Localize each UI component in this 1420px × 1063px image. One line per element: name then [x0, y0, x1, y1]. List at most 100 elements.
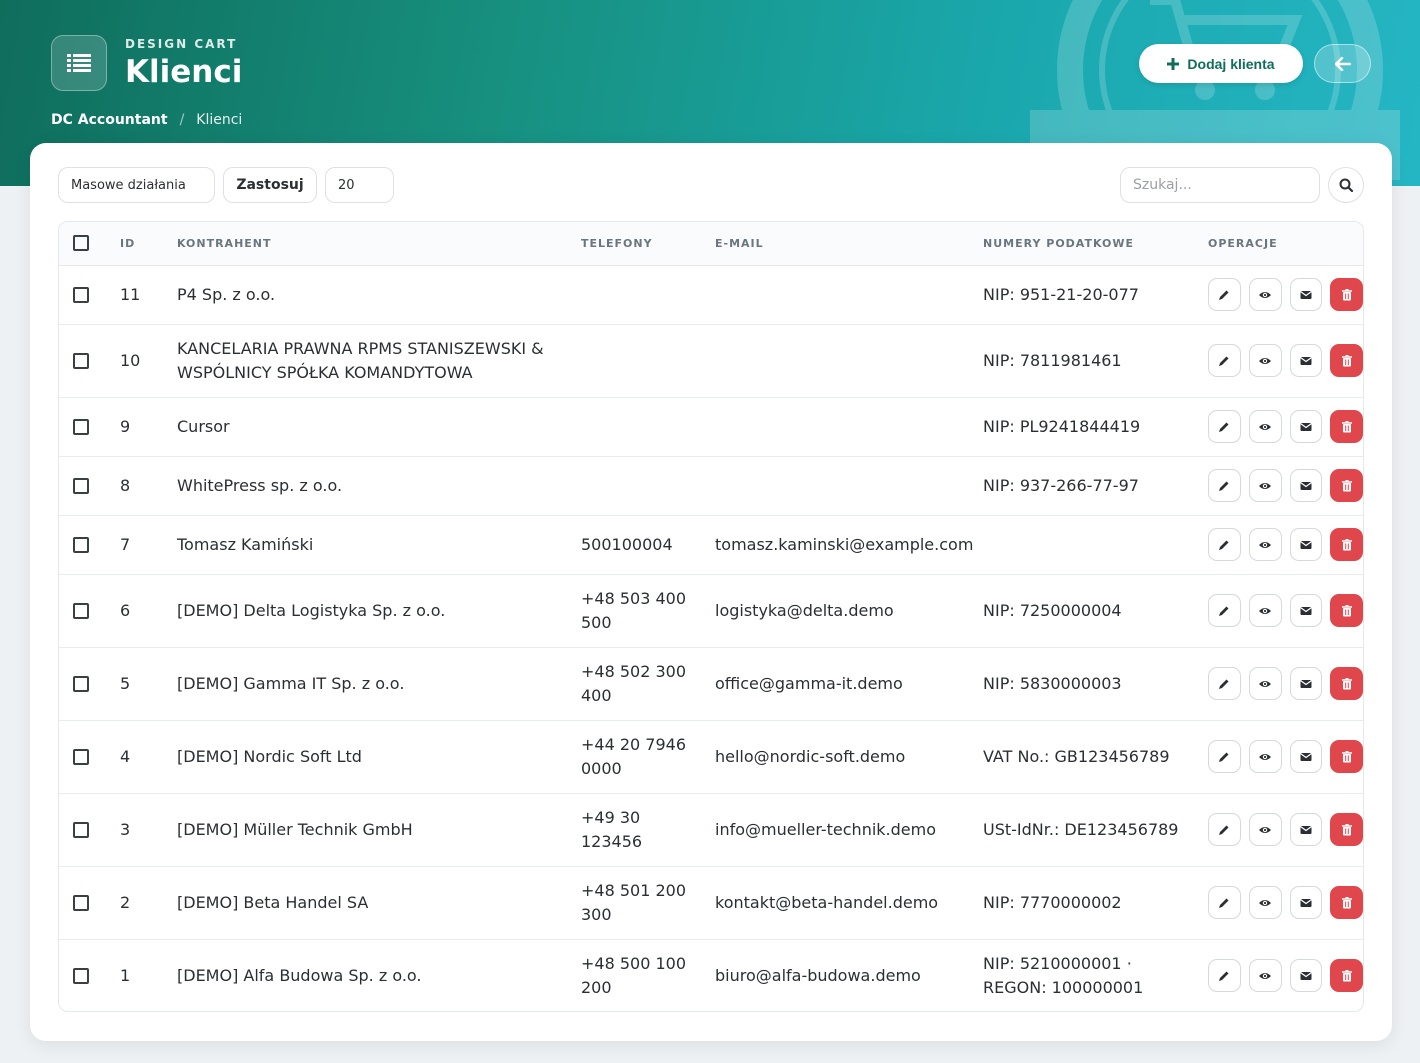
eye-icon — [1259, 680, 1272, 687]
search-input[interactable]: Szukaj... — [1120, 167, 1320, 203]
bulk-actions-select[interactable]: Masowe działania — [58, 167, 215, 203]
delete-button[interactable] — [1330, 594, 1363, 627]
row-operations — [1208, 813, 1363, 846]
column-header-phones: TELEFONY — [570, 222, 704, 266]
row-operations — [1208, 528, 1363, 561]
search-button[interactable] — [1328, 167, 1364, 203]
send-email-button[interactable] — [1289, 813, 1323, 846]
cell-tax-number — [972, 515, 1197, 575]
send-email-button[interactable] — [1289, 278, 1323, 311]
breadcrumb-current: Klienci — [196, 112, 243, 128]
envelope-icon — [1300, 898, 1312, 907]
table-row: 10 KANCELARIA PRAWNA RPMS STANISZEWSKI & … — [59, 324, 1363, 398]
send-email-button[interactable] — [1289, 594, 1323, 627]
cell-phone — [570, 265, 704, 325]
send-email-button[interactable] — [1289, 886, 1323, 919]
edit-button[interactable] — [1208, 740, 1241, 773]
row-checkbox[interactable] — [73, 895, 89, 911]
row-operations — [1208, 959, 1363, 993]
delete-button[interactable] — [1330, 959, 1363, 993]
row-checkbox[interactable] — [73, 478, 89, 494]
send-email-button[interactable] — [1289, 344, 1323, 377]
send-email-button[interactable] — [1289, 667, 1323, 700]
cell-id: 3 — [109, 793, 166, 867]
view-button[interactable] — [1248, 740, 1282, 773]
breadcrumb-root-link[interactable]: DC Accountant — [51, 112, 168, 128]
delete-button[interactable] — [1330, 278, 1363, 311]
delete-button[interactable] — [1330, 528, 1363, 561]
row-checkbox[interactable] — [73, 537, 89, 553]
view-button[interactable] — [1248, 594, 1282, 627]
edit-button[interactable] — [1208, 959, 1241, 993]
cell-phone: +49 30 123456 — [570, 793, 704, 867]
cell-tax-number: NIP: 5210000001 · REGON: 100000001 — [983, 953, 1144, 997]
send-email-button[interactable] — [1289, 528, 1323, 561]
back-button[interactable] — [1314, 44, 1371, 83]
row-checkbox[interactable] — [73, 749, 89, 765]
send-email-button[interactable] — [1289, 740, 1323, 773]
envelope-icon — [1300, 290, 1312, 299]
table-row: 9 Cursor NIP: PL9241844419 — [59, 397, 1363, 457]
edit-button[interactable] — [1208, 594, 1241, 627]
edit-button[interactable] — [1208, 469, 1241, 502]
view-button[interactable] — [1248, 667, 1282, 700]
send-email-button[interactable] — [1289, 469, 1323, 502]
cell-tax-number: USt-IdNr.: DE123456789 — [972, 793, 1197, 867]
cell-id: 10 — [109, 324, 166, 398]
delete-button[interactable] — [1330, 813, 1363, 846]
edit-button[interactable] — [1208, 528, 1241, 561]
delete-button[interactable] — [1330, 410, 1363, 443]
view-button[interactable] — [1248, 344, 1282, 377]
app-eyebrow: DESIGN CART — [125, 37, 238, 51]
edit-button[interactable] — [1208, 278, 1241, 311]
row-checkbox[interactable] — [73, 287, 89, 303]
send-email-button[interactable] — [1289, 959, 1323, 993]
row-checkbox[interactable] — [73, 603, 89, 619]
delete-button[interactable] — [1330, 740, 1363, 773]
view-button[interactable] — [1248, 813, 1282, 846]
add-client-button[interactable]: Dodaj klienta — [1139, 44, 1303, 83]
delete-button[interactable] — [1330, 886, 1363, 919]
cell-email: logistyka@delta.demo — [704, 574, 972, 648]
view-button[interactable] — [1248, 410, 1282, 443]
view-button[interactable] — [1248, 528, 1282, 561]
table-row: 1 [DEMO] Alfa Budowa Sp. z o.o. +48 500 10… — [59, 939, 1363, 1011]
column-header-id[interactable]: ID — [109, 222, 166, 266]
cell-email: hello@nordic-soft.demo — [704, 720, 972, 794]
cell-id: 5 — [109, 647, 166, 721]
column-header-contractor[interactable]: KONTRAHENT — [166, 222, 570, 266]
edit-button[interactable] — [1208, 667, 1241, 700]
envelope-icon — [1300, 606, 1312, 615]
send-email-button[interactable] — [1289, 410, 1323, 443]
view-button[interactable] — [1248, 469, 1282, 502]
delete-button[interactable] — [1330, 344, 1363, 377]
row-checkbox[interactable] — [73, 822, 89, 838]
cell-tax-number: NIP: 7811981461 — [972, 324, 1197, 398]
apply-button[interactable]: Zastosuj — [223, 167, 317, 203]
edit-icon — [1219, 422, 1229, 432]
view-button[interactable] — [1248, 959, 1282, 993]
row-checkbox[interactable] — [73, 676, 89, 692]
cell-email — [704, 456, 972, 516]
per-page-select[interactable]: 20 — [325, 167, 394, 203]
edit-button[interactable] — [1208, 344, 1241, 377]
delete-button[interactable] — [1330, 667, 1363, 700]
envelope-icon — [1300, 752, 1312, 761]
row-checkbox[interactable] — [73, 968, 89, 985]
cell-email: biuro@alfa-budowa.demo — [715, 965, 921, 985]
view-button[interactable] — [1248, 278, 1282, 311]
row-operations — [1208, 469, 1363, 502]
edit-button[interactable] — [1208, 886, 1241, 919]
select-all-checkbox[interactable] — [73, 235, 89, 252]
cell-tax-number: NIP: 7250000004 — [972, 574, 1197, 648]
breadcrumb-separator: / — [179, 112, 185, 128]
trash-icon — [1341, 969, 1352, 982]
delete-button[interactable] — [1330, 469, 1363, 502]
edit-button[interactable] — [1208, 410, 1241, 443]
cell-phone: +48 503 400 500 — [570, 574, 704, 648]
row-checkbox[interactable] — [73, 353, 89, 369]
view-button[interactable] — [1248, 886, 1282, 919]
row-checkbox[interactable] — [73, 419, 89, 435]
edit-button[interactable] — [1208, 813, 1241, 846]
trash-icon — [1341, 420, 1352, 432]
